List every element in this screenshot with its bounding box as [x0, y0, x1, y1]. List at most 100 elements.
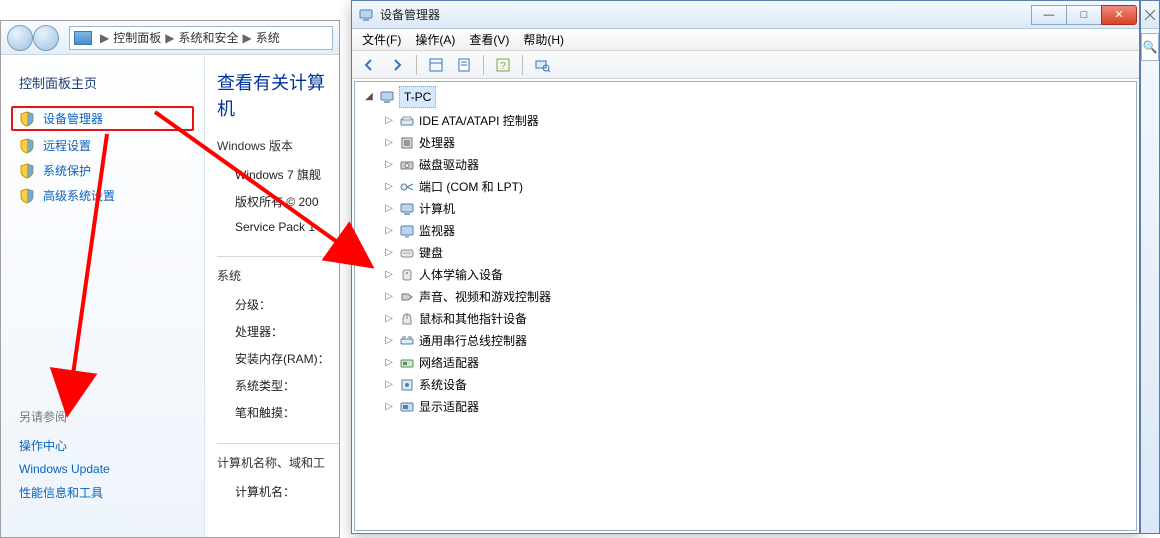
tree-item-hid[interactable]: ▷ 人体学输入设备 [383, 264, 1136, 286]
toolbar-separator [483, 55, 484, 75]
see-also-link-windows-update[interactable]: Windows Update [19, 458, 186, 480]
shield-icon [19, 188, 35, 204]
close-icon: ✕ [1114, 8, 1123, 21]
usb-controller-icon [399, 333, 415, 349]
sound-video-game-icon [399, 289, 415, 305]
toolbar-forward-button[interactable] [386, 54, 408, 76]
computer-name-heading: 计算机名称、域和工 [217, 454, 339, 471]
sidebar-item-advanced-settings[interactable]: 高级系统设置 [1, 183, 204, 208]
expand-icon[interactable]: ▷ [383, 309, 395, 329]
sidebar-item-device-manager[interactable]: 设备管理器 [11, 106, 194, 131]
breadcrumb-item[interactable]: 控制面板 [113, 29, 161, 46]
close-icon [1145, 10, 1155, 20]
expand-icon[interactable]: ▷ [383, 397, 395, 417]
menu-help[interactable]: 帮助(H) [523, 31, 564, 48]
control-panel-icon [74, 31, 92, 45]
expand-icon[interactable]: ▷ [383, 221, 395, 241]
toolbar-back-button[interactable] [358, 54, 380, 76]
shield-icon [19, 111, 35, 127]
tree-item-label: 声音、视频和游戏控制器 [419, 287, 551, 307]
expand-icon[interactable]: ▷ [383, 243, 395, 263]
tree-item-display-adapter[interactable]: ▷显示适配器 [383, 396, 1136, 418]
toolbar-separator [416, 55, 417, 75]
tree-item-sound-video-game[interactable]: ▷ 声音、视频和游戏控制器 [383, 286, 1136, 308]
mouse-icon [399, 311, 415, 327]
close-button[interactable]: ✕ [1101, 5, 1137, 25]
tree-root-label: T-PC [399, 86, 436, 108]
tree-item-monitor[interactable]: ▷监视器 [383, 220, 1136, 242]
device-tree-panel[interactable]: ◢ T-PC ▷IDE ATA/ATAPI 控制器▷处理器▷磁盘驱动器▷端口 (… [354, 81, 1137, 531]
breadcrumb[interactable]: ▶ 控制面板 ▶ 系统和安全 ▶ 系统 [69, 26, 333, 50]
tree-item-usb-controller[interactable]: ▷ 通用串行总线控制器 [383, 330, 1136, 352]
tree-item-label: 人体学输入设备 [419, 265, 503, 285]
expand-icon[interactable]: ▷ [383, 155, 395, 175]
menu-view[interactable]: 查看(V) [469, 31, 509, 48]
shield-icon [19, 163, 35, 179]
menu-action[interactable]: 操作(A) [415, 31, 455, 48]
collapse-icon[interactable]: ◢ [363, 87, 375, 107]
tree-item-label: 处理器 [419, 133, 455, 153]
expand-icon[interactable]: ▷ [383, 331, 395, 351]
breadcrumb-item[interactable]: 系统 [256, 29, 280, 46]
tree-item-label: 鼠标和其他指针设备 [419, 309, 527, 329]
sidebar-item-label: 远程设置 [43, 137, 91, 154]
computer-icon [399, 201, 415, 217]
back-button[interactable] [7, 25, 33, 51]
processor-icon [399, 135, 415, 151]
tree-item-label: 端口 (COM 和 LPT) [419, 177, 523, 197]
expand-icon[interactable]: ▷ [383, 133, 395, 153]
tree-item-ide-controller[interactable]: ▷IDE ATA/ATAPI 控制器 [383, 110, 1136, 132]
tree-item-system-device[interactable]: ▷系统设备 [383, 374, 1136, 396]
ram-label: 安装内存(RAM)： [217, 344, 339, 371]
sidebar-item-label: 系统保护 [43, 162, 91, 179]
expand-icon[interactable]: ▷ [383, 375, 395, 395]
maximize-button[interactable]: □ [1066, 5, 1102, 25]
see-also-link-action-center[interactable]: 操作中心 [19, 433, 186, 458]
tree-root[interactable]: ◢ T-PC [363, 86, 1136, 108]
see-also-heading: 另请参阅 [19, 408, 186, 425]
tree-item-keyboard[interactable]: ▷ 键盘 [383, 242, 1136, 264]
dm-titlebar[interactable]: 设备管理器 — □ ✕ [352, 1, 1139, 29]
search-icon: 🔍 [1143, 40, 1158, 54]
system-device-icon [399, 377, 415, 393]
tree-item-label: 计算机 [419, 199, 455, 219]
cp-home-link[interactable]: 控制面板主页 [1, 69, 204, 104]
tree-item-processor[interactable]: ▷ 处理器 [383, 132, 1136, 154]
sidebar-item-remote-settings[interactable]: 远程设置 [1, 133, 204, 158]
tree-item-ports[interactable]: ▷ 端口 (COM 和 LPT) [383, 176, 1136, 198]
toolbar-help-button[interactable]: ? [492, 54, 514, 76]
tree-item-mouse[interactable]: ▷ 鼠标和其他指针设备 [383, 308, 1136, 330]
cp-navigation-toolbar: ▶ 控制面板 ▶ 系统和安全 ▶ 系统 [1, 21, 339, 55]
tree-item-label: 键盘 [419, 243, 443, 263]
sidebar-item-system-protection[interactable]: 系统保护 [1, 158, 204, 183]
tree-item-disk-drive[interactable]: ▷磁盘驱动器 [383, 154, 1136, 176]
breadcrumb-item[interactable]: 系统和安全 [178, 29, 238, 46]
svg-text:?: ? [500, 61, 506, 72]
pen-touch-label: 笔和触摸： [217, 398, 339, 425]
ports-icon [399, 179, 415, 195]
tree-item-label: 通用串行总线控制器 [419, 331, 527, 351]
cp-sidebar: 控制面板主页 设备管理器 远程设置 系统保护 [1, 55, 205, 537]
search-box-fragment[interactable]: 🔍 [1141, 33, 1159, 61]
maximize-icon: □ [1081, 9, 1088, 21]
expand-icon[interactable]: ▷ [383, 111, 395, 131]
adjacent-window-edge: 🔍 [1140, 0, 1160, 534]
forward-button[interactable] [33, 25, 59, 51]
toolbar-show-hide-button[interactable] [425, 54, 447, 76]
sidebar-item-label: 设备管理器 [43, 110, 103, 127]
device-manager-icon [358, 7, 374, 23]
expand-icon[interactable]: ▷ [383, 287, 395, 307]
tree-item-network-adapter[interactable]: ▷网络适配器 [383, 352, 1136, 374]
processor-label: 处理器： [217, 317, 339, 344]
expand-icon[interactable]: ▷ [383, 199, 395, 219]
expand-icon[interactable]: ▷ [383, 353, 395, 373]
menu-file[interactable]: 文件(F) [362, 31, 401, 48]
minimize-button[interactable]: — [1031, 5, 1067, 25]
expand-icon[interactable]: ▷ [383, 177, 395, 197]
tree-item-computer[interactable]: ▷ 计算机 [383, 198, 1136, 220]
toolbar-scan-button[interactable] [531, 54, 553, 76]
expand-icon[interactable]: ▷ [383, 265, 395, 285]
see-also-link-performance[interactable]: 性能信息和工具 [19, 480, 186, 505]
window-title: 设备管理器 [380, 6, 1032, 23]
toolbar-properties-button[interactable] [453, 54, 475, 76]
